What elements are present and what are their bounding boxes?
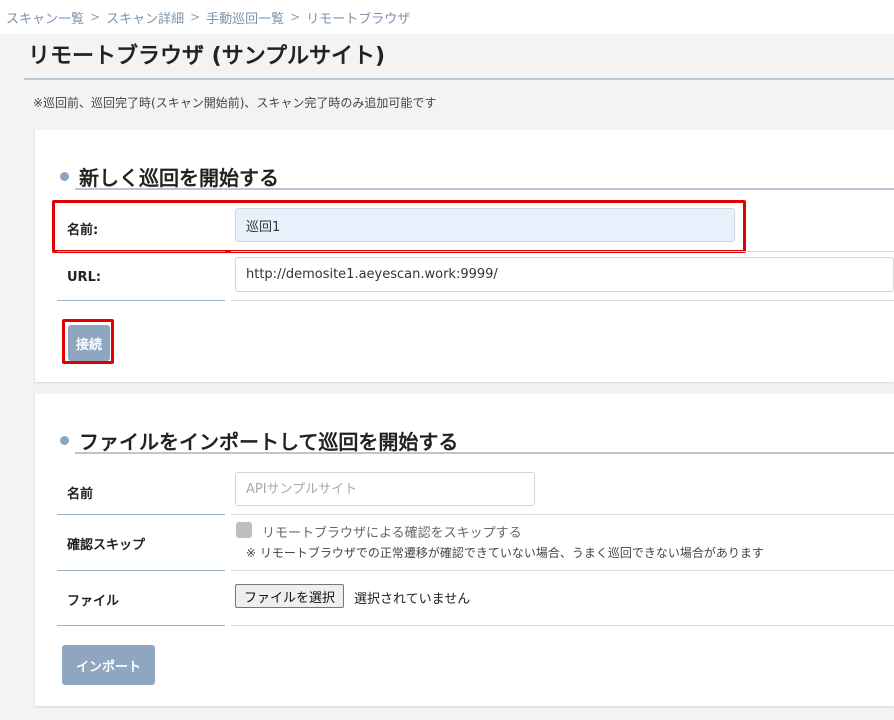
skip-confirm-checkbox[interactable] (236, 522, 252, 538)
import-crawl-header: ファイルをインポートして巡回を開始する (60, 426, 458, 455)
section-divider (75, 452, 894, 454)
breadcrumb: スキャン一覧 > スキャン詳細 > 手動巡回一覧 > リモートブラウザ (0, 0, 894, 34)
row-divider (57, 300, 225, 301)
file-status: 選択されていません (354, 592, 471, 607)
row-divider (57, 251, 225, 252)
import-button[interactable]: インポート (62, 645, 155, 685)
breadcrumb-item-scan-list[interactable]: スキャン一覧 (6, 8, 84, 27)
new-crawl-panel: 新しく巡回を開始する 名前: URL: 接続 (35, 130, 894, 382)
breadcrumb-item-scan-detail[interactable]: スキャン詳細 (106, 8, 184, 27)
import-name-label: 名前 (67, 487, 94, 502)
bullet-dot-icon (60, 436, 69, 445)
skip-confirm-checkbox-text[interactable]: リモートブラウザによる確認をスキップする (262, 522, 522, 541)
url-label: URL: (67, 270, 102, 285)
import-crawl-panel: ファイルをインポートして巡回を開始する 名前 確認スキップ リモートブラウザによ… (35, 394, 894, 706)
chevron-right-icon: > (290, 10, 301, 24)
bullet-dot-icon (60, 172, 69, 181)
row-divider (57, 570, 225, 571)
new-crawl-header: 新しく巡回を開始する (60, 162, 279, 191)
name-row-highlight (52, 200, 746, 253)
choose-file-button[interactable]: ファイルを選択 (235, 584, 345, 608)
breadcrumb-item-remote-browser: リモートブラウザ (306, 11, 411, 27)
row-divider (57, 625, 225, 626)
row-divider (231, 625, 894, 626)
skip-confirm-label: 確認スキップ (67, 538, 146, 553)
connect-button-highlight (62, 319, 114, 364)
row-divider (231, 514, 894, 515)
row-divider (57, 514, 225, 515)
import-crawl-title: ファイルをインポートして巡回を開始する (79, 430, 459, 454)
skip-confirm-note: ※ リモートブラウザでの正常遷移が確認できていない場合、うまく巡回できない場合が… (246, 546, 764, 560)
file-label: ファイル (67, 594, 120, 609)
row-divider (231, 251, 894, 252)
section-divider (75, 188, 894, 190)
chevron-right-icon: > (190, 10, 201, 24)
import-name-input[interactable] (235, 472, 535, 506)
page-title: リモートブラウザ (サンプルサイト) (28, 44, 386, 69)
url-input[interactable] (235, 257, 894, 292)
title-divider (24, 78, 894, 80)
chevron-right-icon: > (90, 10, 101, 24)
row-divider (231, 300, 894, 301)
new-crawl-title: 新しく巡回を開始する (79, 166, 279, 190)
breadcrumb-item-manual-crawl-list[interactable]: 手動巡回一覧 (206, 8, 284, 27)
row-divider (231, 570, 894, 571)
availability-note: ※巡回前、巡回完了時(スキャン開始前)、スキャン完了時のみ追加可能です (33, 96, 437, 110)
